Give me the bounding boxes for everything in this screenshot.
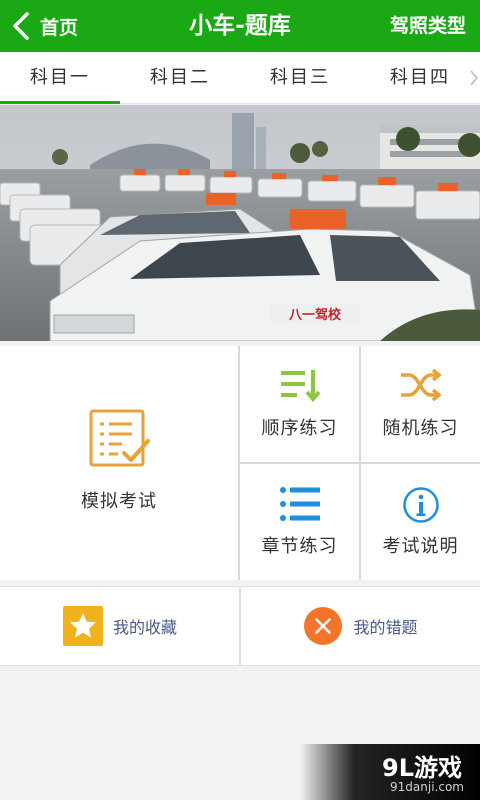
star-icon (62, 606, 103, 646)
my-mistakes-label: 我的错题 (353, 618, 418, 637)
sequential-practice-label: 顺序练习 (261, 418, 338, 439)
exam-paper-icon (89, 409, 150, 467)
watermark-site: 91danji.com (390, 780, 464, 794)
exam-info-label: 考试说明 (382, 536, 459, 557)
random-practice-label: 随机练习 (382, 418, 459, 439)
watermark-logo: 9L游戏 91danji.com (300, 744, 480, 800)
back-label: 首页 (40, 16, 79, 39)
mock-exam-label: 模拟考试 (81, 491, 157, 512)
divider (240, 462, 480, 464)
watermark-brand: 9L游戏 (382, 754, 462, 782)
my-mistakes-button[interactable]: 我的错题 (241, 587, 480, 665)
close-circle-icon (304, 607, 343, 645)
top-bar: 首页 小车-题库 驾照类型 (0, 0, 480, 52)
tab-subject-3[interactable]: 科目三 (240, 52, 360, 103)
chevron-right-icon (470, 70, 478, 86)
tab-subject-1[interactable]: 科目一 (0, 52, 120, 104)
random-practice-button[interactable]: 随机练习 (361, 346, 480, 462)
chevron-left-icon (13, 12, 29, 40)
subject-tabs: 科目一 科目二 科目三 科目四 (0, 52, 480, 104)
chapter-practice-label: 章节练习 (261, 536, 338, 557)
mock-exam-button[interactable]: 模拟考试 (0, 346, 238, 580)
banner-image: 八一驾校 (0, 105, 480, 341)
tab-subject-4[interactable]: 科目四 (360, 52, 480, 103)
list-icon (279, 487, 320, 521)
sequential-practice-button[interactable]: 顺序练习 (240, 346, 359, 462)
sort-list-icon (280, 370, 321, 402)
collections-row: 我的收藏 我的错题 (0, 586, 480, 666)
my-favorites-label: 我的收藏 (112, 618, 177, 637)
chapter-practice-button[interactable]: 章节练习 (240, 464, 359, 580)
car-door-text: 八一驾校 (288, 307, 342, 323)
license-type-button[interactable]: 驾照类型 (390, 0, 466, 52)
driving-school-cars-illustration: 八一驾校 (0, 105, 480, 341)
exam-info-button[interactable]: 考试说明 (361, 464, 480, 580)
shuffle-icon (400, 368, 442, 402)
back-button[interactable]: 首页 (10, 8, 78, 44)
my-favorites-button[interactable]: 我的收藏 (0, 587, 240, 665)
tab-subject-2[interactable]: 科目二 (120, 52, 240, 103)
practice-menu-grid: 模拟考试 顺序练习 随机练习 章节练习 考试说明 (0, 346, 480, 580)
info-icon (402, 487, 439, 523)
